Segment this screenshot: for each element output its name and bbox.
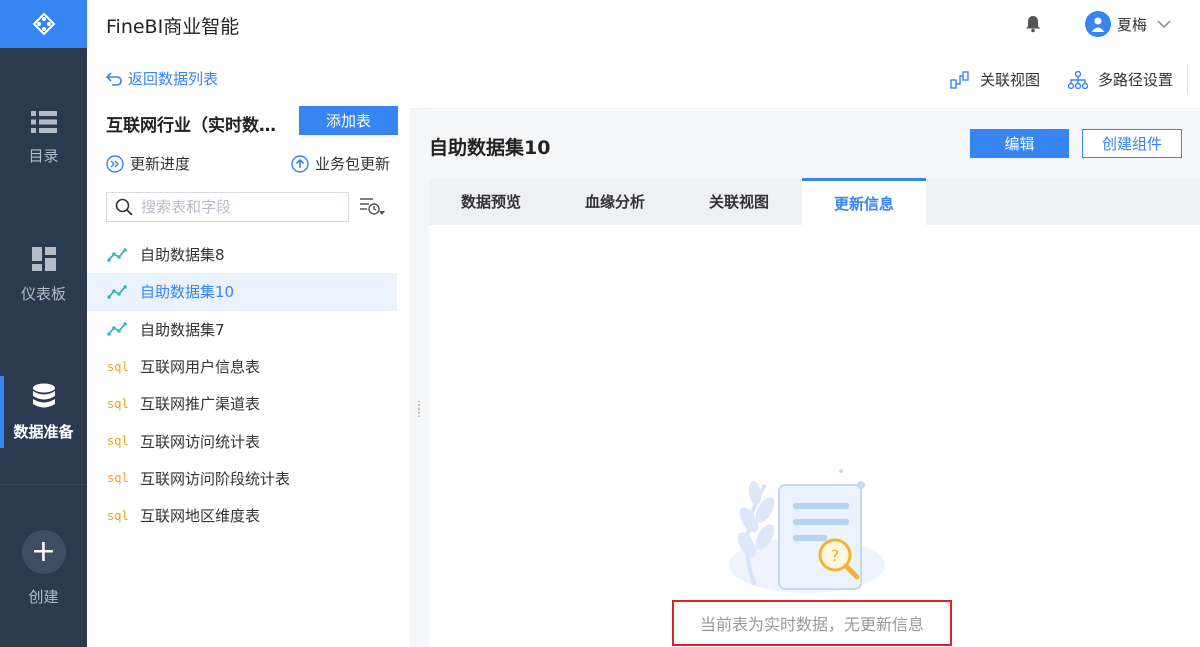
list-icon [30,110,57,133]
empty-state-illustration: ? [729,469,885,593]
list-item[interactable]: sql 互联网访问阶段统计表 [87,460,410,497]
list-item-label: 互联网推广渠道表 [140,395,261,414]
update-info-panel: ? 当前表为实时数据，无更新信息 [429,225,1200,647]
list-item-label: 互联网访问统计表 [140,432,261,451]
nav-item-label: 仪表板 [20,284,66,303]
back-label: 返回数据列表 [128,70,219,88]
relation-view-label: 关联视图 [980,71,1041,89]
nav-item-dashboard[interactable]: 仪表板 [0,225,87,325]
relation-view-button[interactable]: 关联视图 [950,69,1040,90]
logo[interactable] [0,0,87,48]
app-title: FineBI商业智能 [106,16,240,38]
edit-button[interactable]: 编辑 [970,129,1069,158]
nav-item-catalog[interactable]: 目录 [0,88,87,188]
dashboard-icon [31,246,56,271]
list-item[interactable]: 自助数据集10 [87,273,397,311]
list-item[interactable]: sql 互联网访问统计表 [87,422,410,459]
self-service-dataset-icon [107,322,127,337]
list-item-label: 互联网地区维度表 [140,507,261,526]
sql-table-icon: sql [107,434,129,449]
list-item[interactable]: sql 互联网地区维度表 [87,497,410,534]
panel-splitter[interactable] [410,48,429,647]
sql-table-icon: sql [107,471,129,486]
svg-text:?: ? [831,546,840,565]
nav-item-label: 数据准备 [13,422,74,441]
list-item[interactable]: 自助数据集7 [87,311,410,348]
sql-table-icon: sql [107,508,129,523]
avatar [1085,11,1111,37]
bell-icon[interactable] [1025,15,1041,33]
upload-circle-icon [291,154,309,173]
toolbar-divider [1187,64,1188,94]
nav-item-label: 目录 [28,146,59,165]
search-input[interactable] [141,198,341,216]
tab-bar: 数据预览 血缘分析 关联视图 更新信息 [429,178,1200,225]
table-list: 自助数据集8 自助数据集10 自助数据集7 sql 互联网用户信息表 sql 互… [87,236,410,534]
update-progress-button[interactable]: 更新进度 [106,153,190,174]
sql-table-icon: sql [107,396,129,411]
list-item[interactable]: sql 互联网推广渠道表 [87,385,410,422]
undo-arrow-icon [106,71,122,86]
back-to-list-link[interactable]: 返回数据列表 [106,68,218,89]
search-icon [115,198,133,216]
relation-view-icon [950,70,969,89]
chevron-down-icon [1157,20,1171,28]
sort-filter-icon[interactable] [359,196,385,218]
plus-icon: + [21,530,66,574]
add-table-button[interactable]: 添加表 [299,106,398,135]
list-item[interactable]: sql 互联网用户信息表 [87,348,410,385]
list-item-label: 自助数据集7 [140,320,225,339]
package-name: 互联网行业（实时数据） [106,116,286,136]
self-service-dataset-icon [107,247,127,262]
tab-relation-view[interactable]: 关联视图 [677,178,801,225]
create-component-button[interactable]: 创建组件 [1082,129,1182,158]
multipath-settings-label: 多路径设置 [1098,71,1174,89]
database-icon [32,383,55,407]
tab-data-preview[interactable]: 数据预览 [429,178,553,225]
progress-icon [106,154,124,173]
self-service-dataset-icon [107,285,127,299]
top-bar: FineBI商业智能 夏梅 [87,0,1200,48]
package-panel: 返回数据列表 互联网行业（实时数据） 添加表 更新进度 业务包更新 搜索表和字段… [87,48,410,647]
update-progress-label: 更新进度 [130,155,191,173]
package-update-button[interactable]: 业务包更新 [291,153,390,174]
tab-lineage-analysis[interactable]: 血缘分析 [553,178,677,225]
left-nav: 目录 仪表板 数据准备 + 创建 [0,0,87,647]
logo-icon [32,12,55,36]
nav-item-data-prep[interactable]: 数据准备 [0,362,87,462]
user-name: 夏梅 [1117,15,1148,34]
main-content: 自助数据集10 编辑 创建组件 数据预览 血缘分析 关联视图 更新信息 ? 当前… [429,110,1200,647]
nav-create-label: 创建 [28,588,59,606]
list-item-label: 互联网用户信息表 [140,358,261,377]
package-update-label: 业务包更新 [315,155,391,173]
multipath-settings-button[interactable]: 多路径设置 [1068,69,1173,90]
list-item-label: 自助数据集8 [140,246,225,265]
nav-create-button[interactable]: + 创建 [0,530,87,610]
user-menu[interactable]: 夏梅 [1085,11,1171,37]
empty-state-message: 当前表为实时数据，无更新信息 [672,600,952,646]
search-box [106,192,349,222]
sql-table-icon: sql [107,359,129,374]
drag-handle-icon[interactable]: ⋮ ⋮ ⋮ [414,401,424,419]
nav-divider [0,484,87,485]
dataset-title: 自助数据集10 [429,137,551,159]
list-item-label: 自助数据集10 [140,283,235,302]
tab-update-info[interactable]: 更新信息 [802,178,926,225]
package-toolbar: 关联视图 多路径设置 [410,48,1200,109]
list-item[interactable]: 自助数据集8 [87,236,410,273]
user-icon [1091,17,1105,32]
hierarchy-icon [1068,70,1088,89]
list-item-label: 互联网访问阶段统计表 [140,469,291,488]
